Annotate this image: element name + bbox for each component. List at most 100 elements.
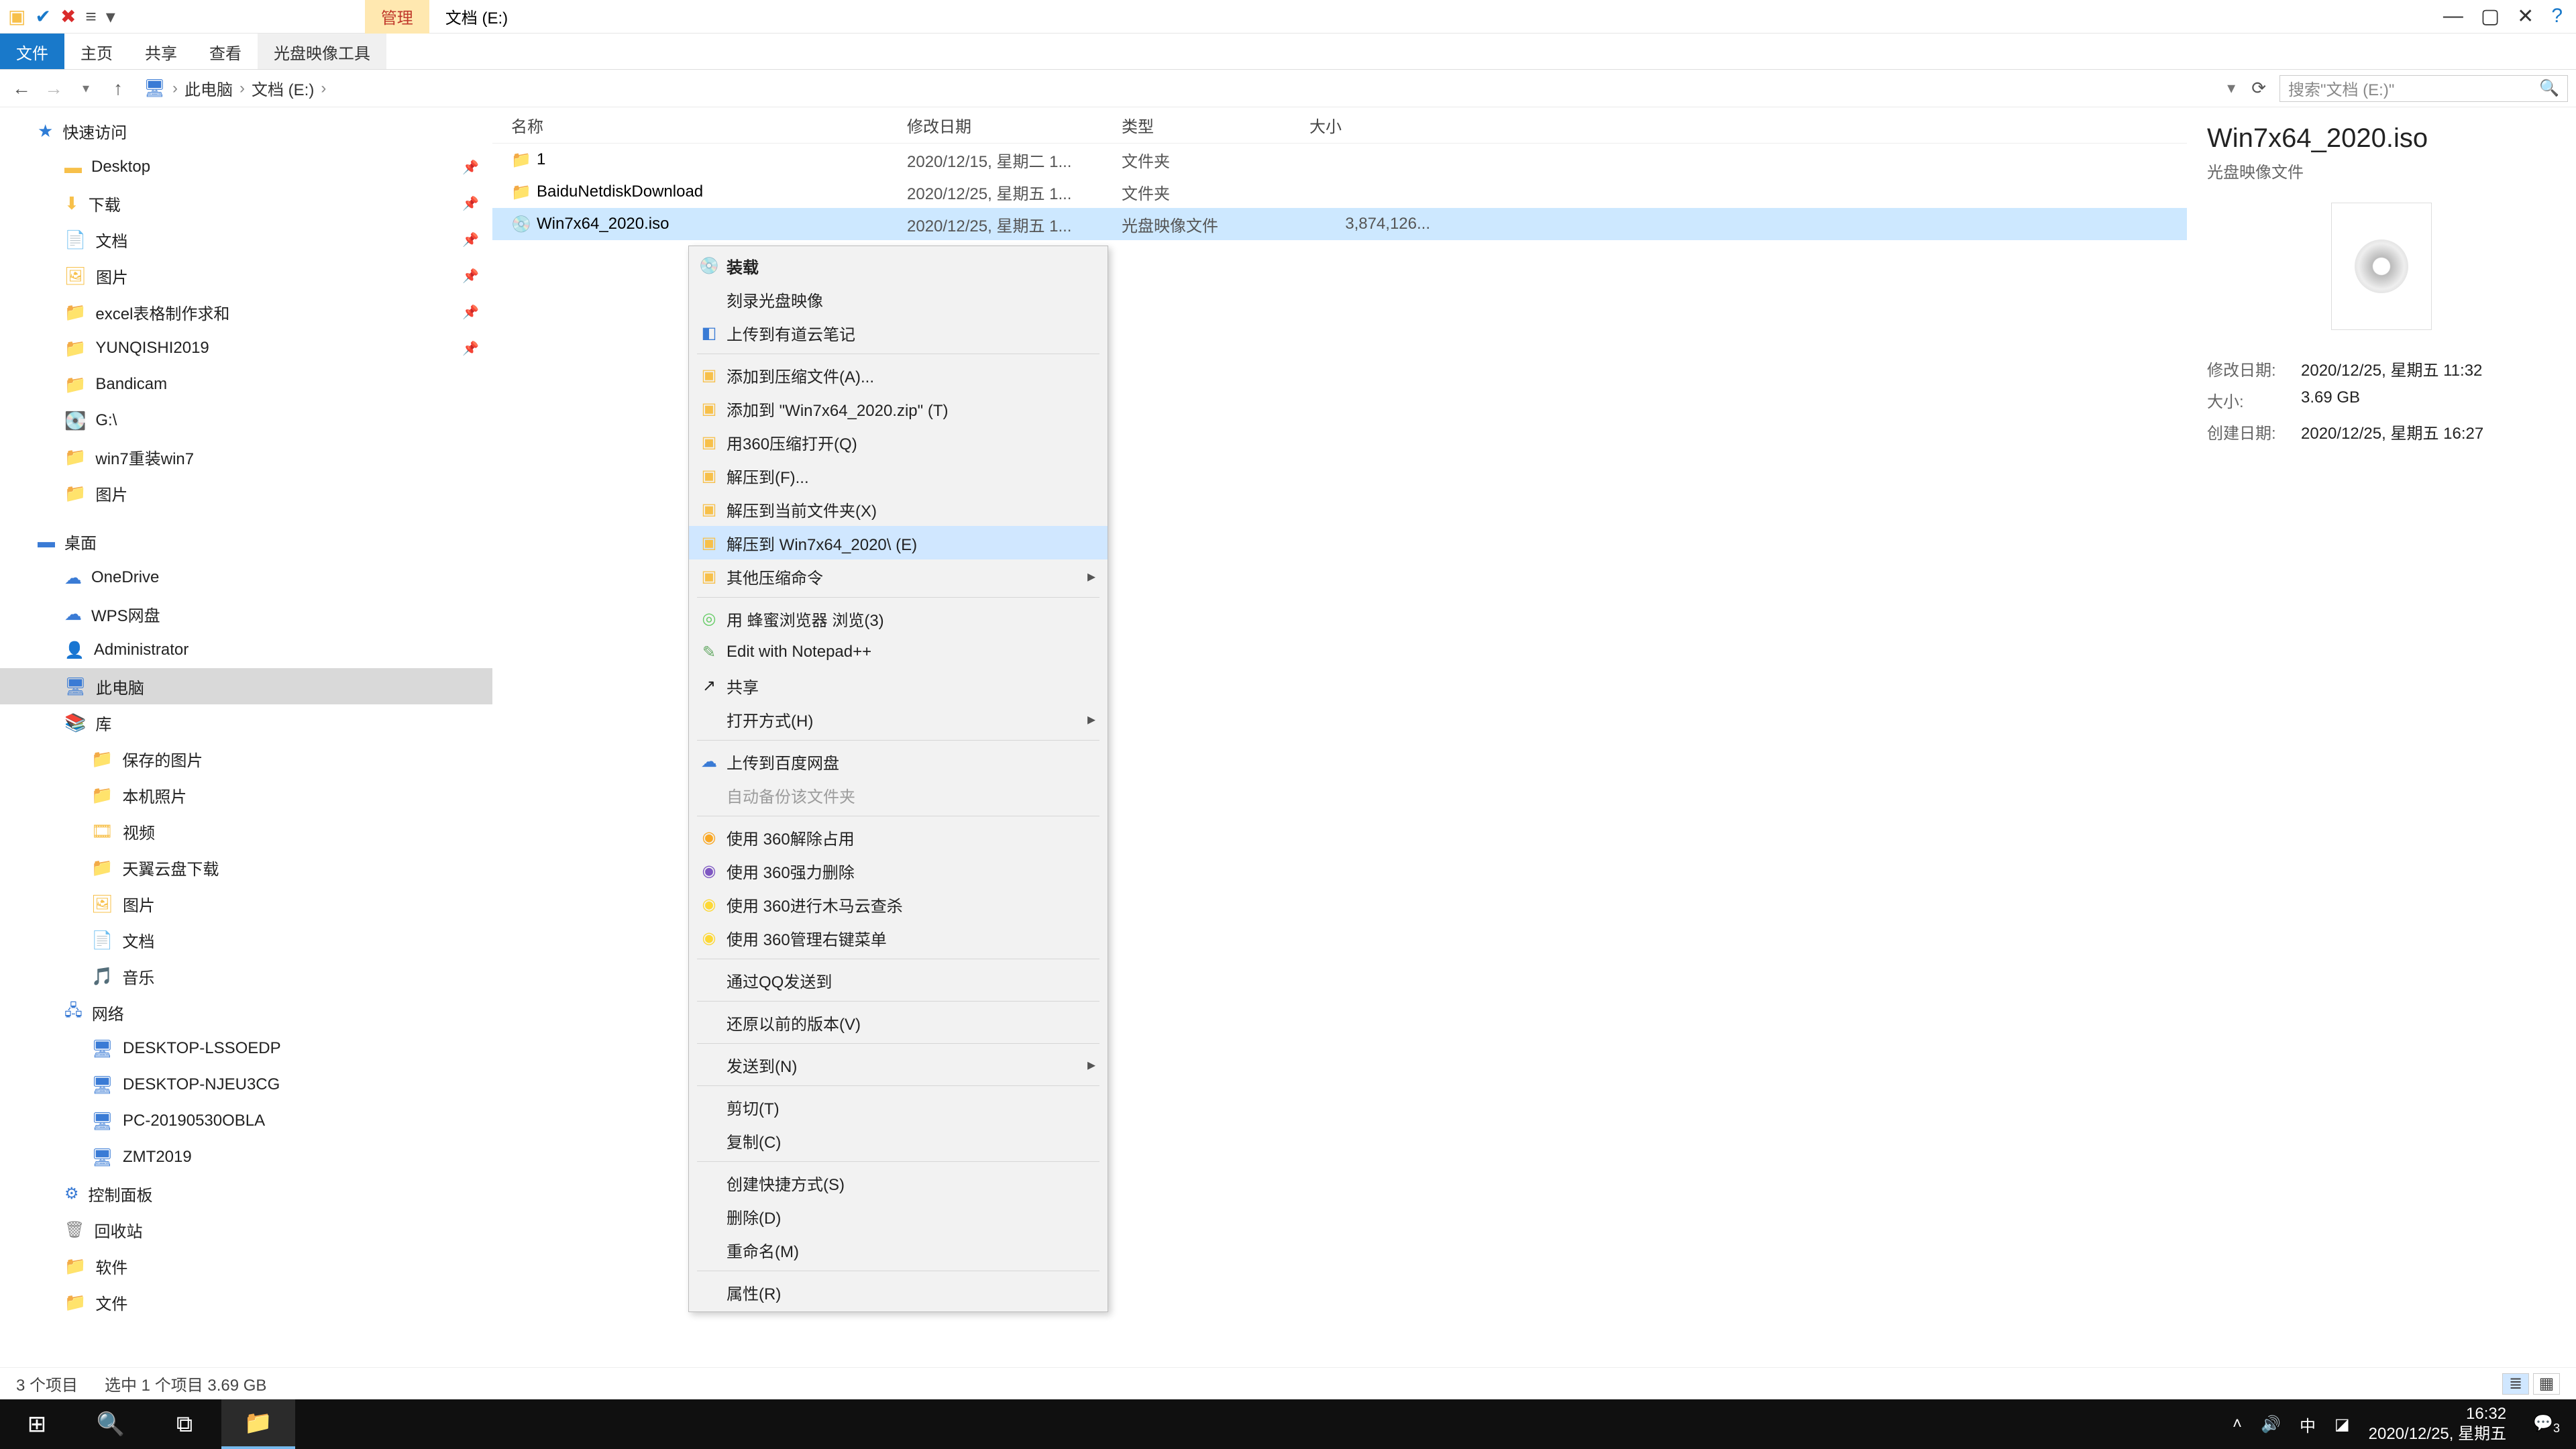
contextual-tab-manage[interactable]: 管理 <box>365 0 429 34</box>
col-type[interactable]: 类型 <box>1122 113 1309 137</box>
ctx-add-archive[interactable]: ▣添加到压缩文件(A)... <box>689 358 1108 392</box>
tree-quick-access[interactable]: ★快速访问 <box>0 113 492 149</box>
tab-disc-tools[interactable]: 光盘映像工具 <box>258 34 386 69</box>
ctx-360-open[interactable]: ▣用360压缩打开(Q) <box>689 425 1108 459</box>
tree-this-pc[interactable]: 🖥此电脑 <box>0 668 492 704</box>
tray-overflow-icon[interactable]: ˄ <box>2233 1415 2242 1434</box>
crumb-this-pc[interactable]: 此电脑 <box>184 76 233 100</box>
ctx-open-with[interactable]: 打开方式(H)▸ <box>689 702 1108 736</box>
file-row-selected[interactable]: 💿 Win7x64_2020.iso 2020/12/25, 星期五 1... … <box>492 208 2187 240</box>
ctx-mount[interactable]: 💿装载 <box>689 249 1108 282</box>
tree-control-panel[interactable]: ⚙控制面板 <box>0 1175 492 1212</box>
tree-desktop[interactable]: ▬桌面 <box>0 523 492 559</box>
col-date[interactable]: 修改日期 <box>907 113 1122 137</box>
tab-view[interactable]: 查看 <box>193 34 258 69</box>
nav-history-icon[interactable]: ▾ <box>72 80 99 97</box>
ctx-extract-current[interactable]: ▣解压到当前文件夹(X) <box>689 492 1108 526</box>
ctx-share[interactable]: ↗共享 <box>689 669 1108 702</box>
eq-icon[interactable]: ≡ <box>85 6 96 28</box>
tree-item[interactable]: 🎞视频 <box>0 813 492 849</box>
tree-item[interactable]: 🖥PC-20190530OBLA <box>0 1103 492 1139</box>
tree-item[interactable]: 📁Bandicam <box>0 366 492 402</box>
search-input[interactable]: 搜索"文档 (E:)" 🔍 <box>2279 75 2568 102</box>
taskbar-explorer[interactable]: 📁 <box>221 1399 295 1449</box>
tree-item[interactable]: 📁保存的图片 <box>0 741 492 777</box>
tree-item[interactable]: 📁本机照片 <box>0 777 492 813</box>
view-details-button[interactable]: ≣ <box>2502 1373 2529 1395</box>
ctx-cut[interactable]: 剪切(T) <box>689 1090 1108 1124</box>
ime-indicator[interactable]: 中 <box>2300 1413 2316 1436</box>
ctx-notepad-pp[interactable]: ✎Edit with Notepad++ <box>689 635 1108 669</box>
taskbar-clock[interactable]: 16:32 2020/12/25, 星期五 <box>2369 1404 2514 1444</box>
tree-item[interactable]: 🖼图片 <box>0 885 492 922</box>
action-center-icon[interactable]: 💬3 <box>2533 1413 2560 1436</box>
search-button[interactable]: 🔍 <box>74 1399 148 1449</box>
x-red-icon[interactable]: ✖ <box>60 5 76 28</box>
nav-forward-icon[interactable]: → <box>40 78 67 99</box>
ctx-create-shortcut[interactable]: 创建快捷方式(S) <box>689 1166 1108 1199</box>
folder-icon[interactable]: ▣ <box>8 5 25 28</box>
search-icon[interactable]: 🔍 <box>2539 78 2559 98</box>
tree-item[interactable]: ☁OneDrive <box>0 559 492 596</box>
tree-item[interactable]: 🎵音乐 <box>0 958 492 994</box>
start-button[interactable]: ⊞ <box>0 1399 74 1449</box>
ctx-extract-to[interactable]: ▣解压到(F)... <box>689 459 1108 492</box>
tree-item[interactable]: 📄文档 <box>0 922 492 958</box>
tray-app-icon[interactable]: ◪ <box>2334 1415 2350 1434</box>
ctx-add-zip[interactable]: ▣添加到 "Win7x64_2020.zip" (T) <box>689 392 1108 425</box>
tab-file[interactable]: 文件 <box>0 34 64 69</box>
file-row[interactable]: 📁 1 2020/12/15, 星期二 1... 文件夹 <box>492 144 2187 176</box>
minimize-icon[interactable]: — <box>2443 5 2463 28</box>
tab-share[interactable]: 共享 <box>129 34 193 69</box>
close-icon[interactable]: ✕ <box>2517 5 2534 28</box>
tree-item[interactable]: 📁win7重装win7 <box>0 439 492 475</box>
ctx-extract-named[interactable]: ▣解压到 Win7x64_2020\ (E) <box>689 526 1108 559</box>
tree-recycle[interactable]: 🗑回收站 <box>0 1212 492 1248</box>
ctx-360-menu[interactable]: ◉使用 360管理右键菜单 <box>689 921 1108 955</box>
tree-item[interactable]: 🖥DESKTOP-NJEU3CG <box>0 1067 492 1103</box>
tree-item[interactable]: 👤Administrator <box>0 632 492 668</box>
ctx-baidu-upload[interactable]: ☁上传到百度网盘 <box>689 745 1108 778</box>
nav-tree[interactable]: ★快速访问 ▬Desktop📌 ⬇下载📌 📄文档📌 🖼图片📌 📁excel表格制… <box>0 107 492 1402</box>
ctx-360-scan[interactable]: ◉使用 360进行木马云查杀 <box>689 888 1108 921</box>
col-size[interactable]: 大小 <box>1309 113 1444 137</box>
task-view-button[interactable]: ⧉ <box>148 1399 221 1449</box>
col-name[interactable]: 名称 <box>511 113 907 137</box>
ctx-restore-version[interactable]: 还原以前的版本(V) <box>689 1006 1108 1039</box>
tree-item[interactable]: ⬇下载📌 <box>0 185 492 221</box>
help-icon[interactable]: ? <box>2551 5 2563 28</box>
volume-icon[interactable]: 🔊 <box>2261 1415 2281 1434</box>
ctx-360-unlock[interactable]: ◉使用 360解除占用 <box>689 820 1108 854</box>
tree-network[interactable]: 🖧网络 <box>0 994 492 1030</box>
tree-item[interactable]: 📁天翼云盘下载 <box>0 849 492 885</box>
ctx-rename[interactable]: 重命名(M) <box>689 1233 1108 1267</box>
tree-item[interactable]: 🖥DESKTOP-LSSOEDP <box>0 1030 492 1067</box>
tree-item[interactable]: 💽G:\ <box>0 402 492 439</box>
maximize-icon[interactable]: ▢ <box>2481 5 2500 28</box>
nav-up-icon[interactable]: ↑ <box>105 78 131 99</box>
ctx-other-archive[interactable]: ▣其他压缩命令▸ <box>689 559 1108 593</box>
ctx-properties[interactable]: 属性(R) <box>689 1275 1108 1309</box>
tree-item[interactable]: 🖼图片📌 <box>0 258 492 294</box>
ctx-bee-browser[interactable]: ◎用 蜂蜜浏览器 浏览(3) <box>689 602 1108 635</box>
tree-item[interactable]: 📁excel表格制作求和📌 <box>0 294 492 330</box>
ctx-burn[interactable]: 刻录光盘映像 <box>689 282 1108 316</box>
tree-item[interactable]: 🖥ZMT2019 <box>0 1139 492 1175</box>
ctx-delete[interactable]: 删除(D) <box>689 1199 1108 1233</box>
tree-item[interactable]: 📁YUNQISHI2019📌 <box>0 330 492 366</box>
tree-item[interactable]: ▬Desktop📌 <box>0 149 492 185</box>
tree-libraries[interactable]: 📚库 <box>0 704 492 741</box>
tree-item[interactable]: 📁文件 <box>0 1284 492 1320</box>
dropdown-icon[interactable]: ▾ <box>106 5 115 28</box>
view-icons-button[interactable]: ▦ <box>2533 1373 2560 1395</box>
refresh-icon[interactable]: ⟳ <box>2251 78 2266 99</box>
ctx-send-to[interactable]: 发送到(N)▸ <box>689 1048 1108 1081</box>
tree-item[interactable]: ☁WPS网盘 <box>0 596 492 632</box>
ctx-360-force-delete[interactable]: ◉使用 360强力删除 <box>689 854 1108 888</box>
ctx-qq-send[interactable]: 通过QQ发送到 <box>689 963 1108 997</box>
nav-back-icon[interactable]: ← <box>8 78 35 99</box>
ctx-copy[interactable]: 复制(C) <box>689 1124 1108 1157</box>
check-icon[interactable]: ✔ <box>35 5 50 28</box>
column-headers[interactable]: 名称 修改日期 类型 大小 <box>492 107 2187 144</box>
ctx-youdao[interactable]: ◧上传到有道云笔记 <box>689 316 1108 350</box>
